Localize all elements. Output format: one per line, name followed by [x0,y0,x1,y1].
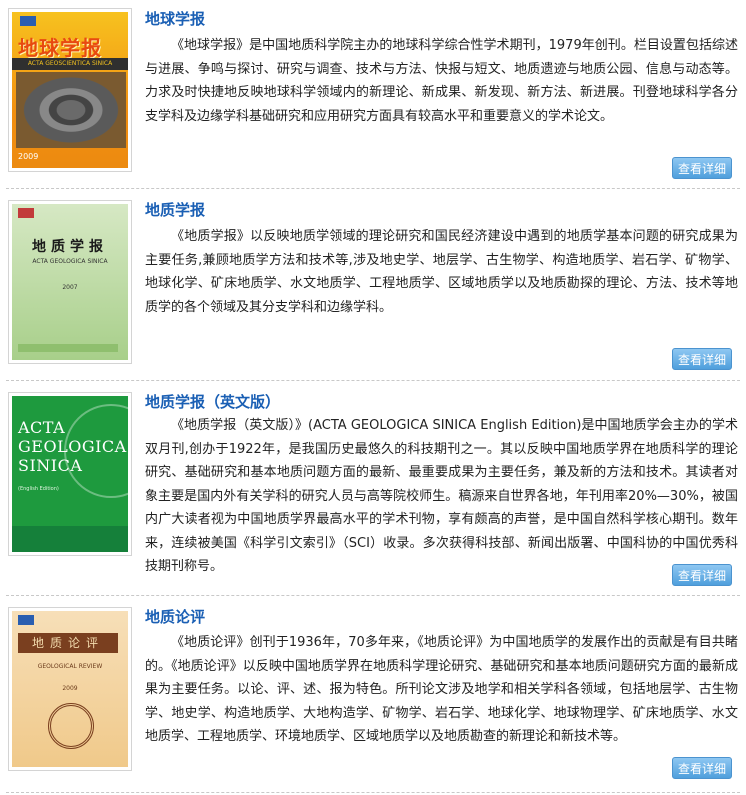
cover-subtitle: ACTA GEOLOGICA SINICA [32,258,108,265]
cover-photo [16,72,126,148]
view-details-button[interactable]: 查看详细 [672,348,732,370]
cover-subtitle: (English Edition) [18,486,59,492]
cover-image: 地质论评 GEOLOGICAL REVIEW 2009 [12,611,128,767]
journal-cover[interactable]: 地质学报 ACTA GEOLOGICA SINICA 2007 [8,200,132,364]
cover-year: 2009 [18,152,39,161]
journal-cover[interactable]: 地球学报 ACTA GEOSCIENTICA SINICA 2009 [8,8,132,172]
publisher-logo-icon [18,615,34,625]
cover-year: 2009 [62,685,78,692]
journal-description: 《地球学报》是中国地质科学院主办的地球科学综合性学术期刊，1979年创刊。栏目设… [145,38,738,124]
journal-title[interactable]: 地质学报 [145,200,205,220]
divider [6,188,740,189]
cover-image: 地球学报 ACTA GEOSCIENTICA SINICA 2009 [12,12,128,168]
divider [6,595,740,596]
publisher-logo-icon [20,16,36,26]
journal-description: 《地质学报（英文版）》(ACTA GEOLOGICA SINICA Englis… [145,418,738,574]
view-details-button[interactable]: 查看详细 [672,157,732,179]
cover-image: 地质学报 ACTA GEOLOGICA SINICA 2007 [12,204,128,360]
cover-title: 地质论评 [18,633,118,653]
cover-title: 地球学报 [18,36,102,60]
journal-cover[interactable]: 地质论评 GEOLOGICAL REVIEW 2009 [8,607,132,771]
cover-title: ACTA GEOLOGICA SINICA [18,418,127,475]
cover-subtitle: GEOLOGICAL REVIEW [37,663,103,670]
cover-year: 2007 [62,284,78,291]
publisher-logo-icon [18,208,34,218]
cover-bottom-band [18,344,118,352]
journal-description: 《地质学报》以反映地质学领域的理论研究和国民经济建设中遇到的地质学基本问题的研究… [145,229,738,315]
view-details-button[interactable]: 查看详细 [672,564,732,586]
journal-description: 《地质论评》创刊于1936年，70多年来，《地质论评》为中国地质学的发展作出的贡… [145,635,738,744]
journal-title[interactable]: 地质学报（英文版） [145,392,280,412]
journal-cover[interactable]: ACTA GEOLOGICA SINICA (English Edition) [8,392,132,556]
cover-title: 地质学报 [32,239,108,255]
cover-bottom-band [12,526,128,552]
view-details-button[interactable]: 查看详细 [672,757,732,779]
journal-title[interactable]: 地质论评 [145,607,205,627]
cover-subtitle: ACTA GEOSCIENTICA SINICA [12,58,128,70]
divider [6,380,740,381]
cover-image: ACTA GEOLOGICA SINICA (English Edition) [12,396,128,552]
divider [6,792,740,793]
journal-title[interactable]: 地球学报 [145,9,205,29]
seal-icon [48,703,94,749]
